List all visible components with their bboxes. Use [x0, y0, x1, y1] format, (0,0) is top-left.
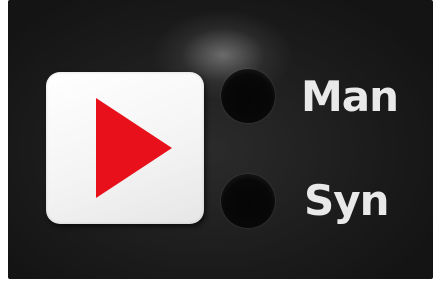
man-label: Man [301, 72, 399, 121]
syn-indicator-led [221, 174, 275, 228]
man-indicator-led [221, 69, 275, 123]
photo-frame: Man Syn [0, 0, 438, 284]
control-panel: Man Syn [8, 0, 433, 279]
syn-label: Syn [304, 176, 390, 225]
play-button[interactable] [46, 72, 204, 224]
play-icon [96, 98, 172, 198]
